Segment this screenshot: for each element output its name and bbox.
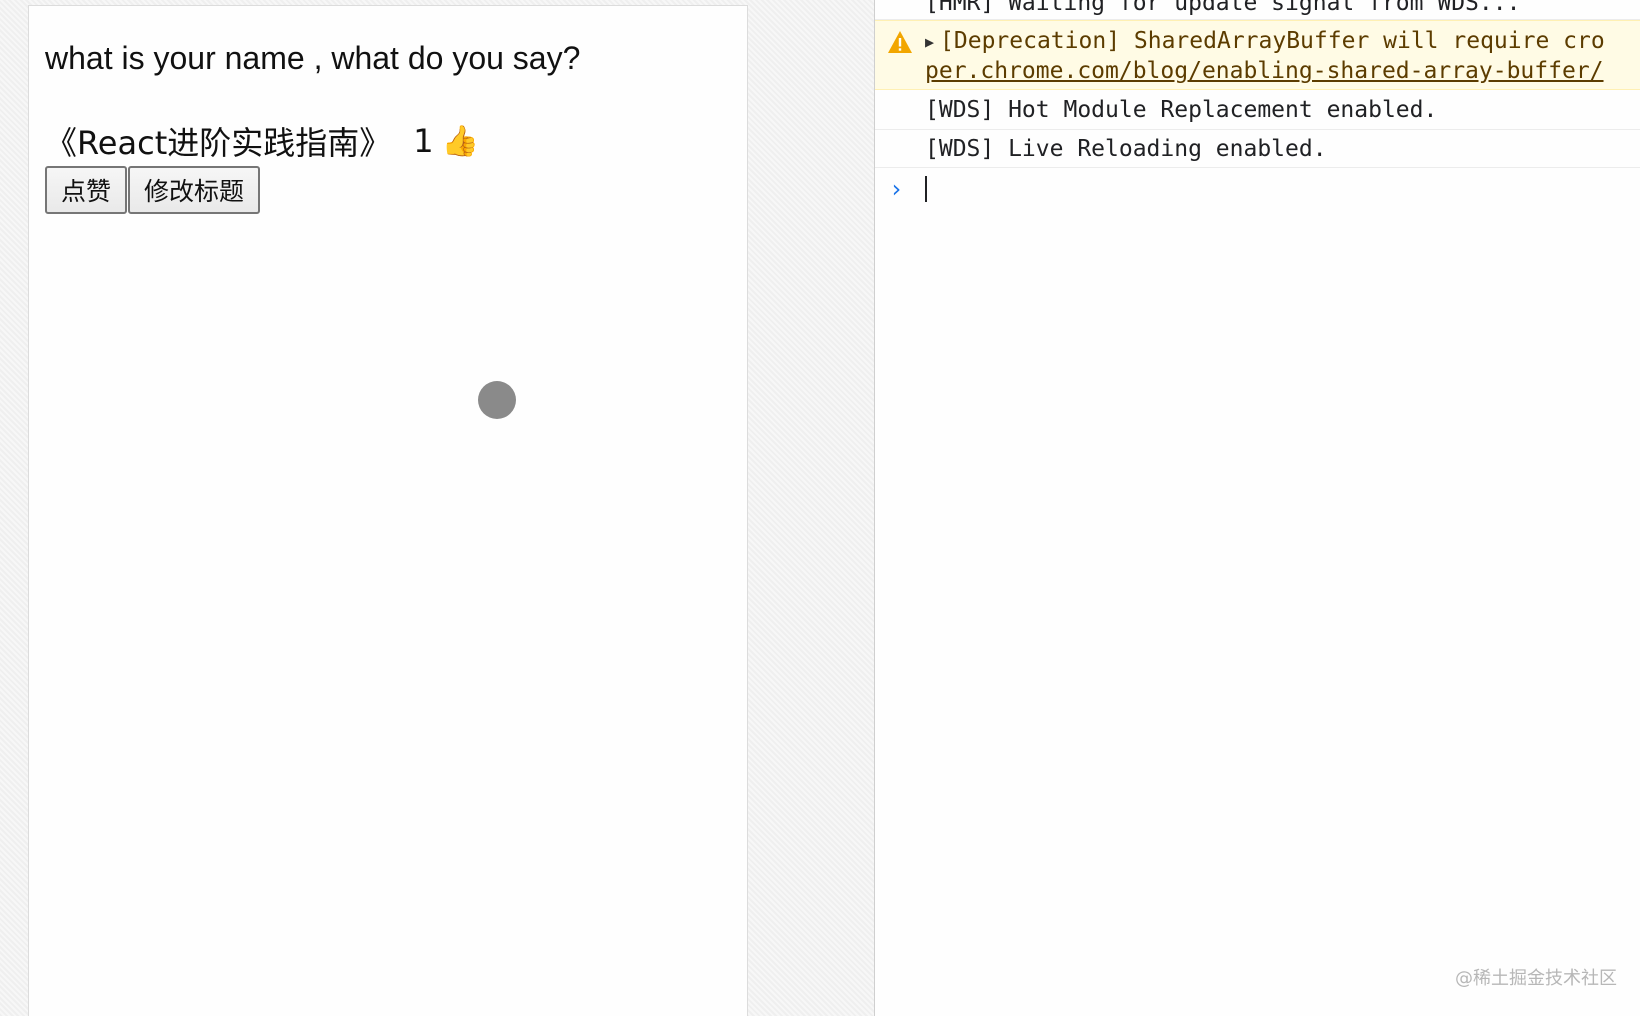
- expand-triangle-icon[interactable]: ▶: [925, 26, 934, 58]
- app-viewport: what is your name , what do you say? 《Re…: [28, 5, 748, 1016]
- console-message: [WDS] Hot Module Replacement enabled.: [875, 90, 1640, 130]
- console-input-caret[interactable]: [925, 176, 927, 202]
- button-group: 点赞 修改标题: [45, 166, 261, 214]
- like-count: 1: [413, 122, 434, 160]
- edit-title-button[interactable]: 修改标题: [128, 166, 261, 214]
- watermark: @稀土掘金技术社区: [1455, 968, 1617, 989]
- click-cursor-indicator: [478, 381, 516, 419]
- devtools-console: [HMR] Waiting for update signal from WDS…: [874, 0, 1640, 1016]
- console-message: [HMR] Waiting for update signal from WDS…: [875, 0, 1640, 20]
- warning-triangle-icon: [888, 31, 912, 53]
- chevron-right-icon: ›: [889, 175, 904, 203]
- console-message: [WDS] Live Reloading enabled.: [875, 130, 1640, 168]
- warning-link[interactable]: per.chrome.com/blog/enabling-shared-arra…: [925, 55, 1604, 87]
- thumbs-up-icon: 👍: [441, 123, 479, 159]
- question-text: what is your name , what do you say?: [45, 40, 581, 76]
- screen: what is your name , what do you say? 《Re…: [0, 0, 1640, 1016]
- book-title-line: 《React进阶实践指南》 1 👍: [45, 118, 479, 164]
- like-button[interactable]: 点赞: [45, 166, 128, 214]
- book-title: 《React进阶实践指南》: [45, 124, 392, 162]
- console-warning-message[interactable]: ▶ [Deprecation] SharedArrayBuffer will re…: [875, 20, 1640, 90]
- warning-text: [Deprecation] SharedArrayBuffer will req…: [940, 28, 1605, 54]
